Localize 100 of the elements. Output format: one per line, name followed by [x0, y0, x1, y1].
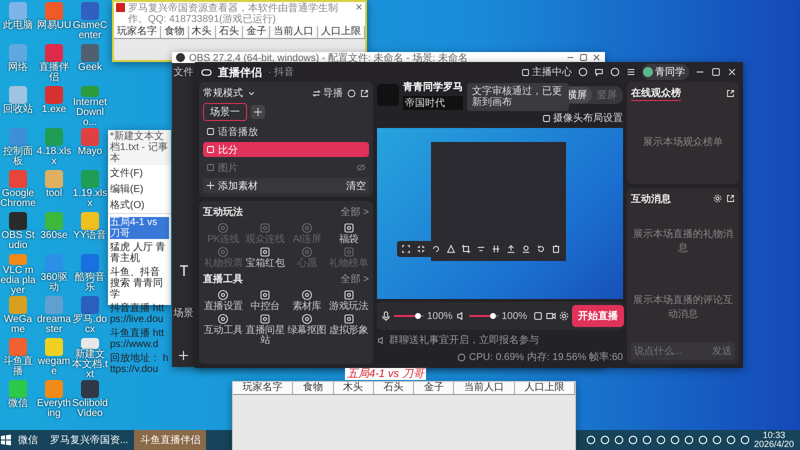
see-all-link[interactable]: 全部 >	[340, 205, 369, 219]
desktop-icon-label[interactable]: Solibold Video	[72, 399, 108, 419]
app-icon[interactable]	[9, 212, 27, 230]
column-header[interactable]: 木头	[188, 26, 216, 38]
desktop-icon-label[interactable]: 1.19.xlsx	[72, 189, 108, 209]
desktop-icon-label[interactable]: 斗鱼直播	[0, 357, 36, 377]
crop-icon[interactable]	[460, 244, 471, 254]
desktop-icon-label[interactable]: 网易UU	[36, 21, 72, 31]
tool-button[interactable]: 直播间星站	[244, 313, 286, 346]
video-icon[interactable]	[546, 311, 556, 321]
flip-icon[interactable]	[446, 244, 456, 254]
mode-dropdown[interactable]: 常规模式	[203, 86, 243, 100]
desktop-icon-label[interactable]: VLC media player	[0, 266, 36, 296]
menu-icon[interactable]	[626, 67, 636, 77]
column-header[interactable]: 木头	[334, 382, 374, 394]
source-item[interactable]: 比分	[203, 142, 369, 157]
column-header[interactable]: 食物	[161, 26, 189, 38]
comment-field[interactable]: 说点什么... 发送	[631, 342, 735, 360]
close-icon[interactable]	[355, 3, 363, 11]
director-button[interactable]: 导播	[312, 86, 343, 100]
add-icon[interactable]	[206, 181, 215, 190]
popout-icon[interactable]	[726, 89, 735, 98]
column-header[interactable]: 当前人口	[454, 382, 515, 394]
taskbar-item[interactable]: 斗鱼直播伴侣	[134, 430, 206, 450]
desktop-icon-label[interactable]: Everything	[36, 399, 72, 419]
slider-thumb[interactable]	[415, 313, 421, 319]
clear-button[interactable]: 清空	[346, 178, 366, 192]
menu-item[interactable]: 文件(F)	[110, 166, 143, 180]
tool-button[interactable]: 宝箱红包	[244, 246, 286, 269]
desktop-icon-label[interactable]: 回收站	[0, 105, 36, 115]
menu-item[interactable]: 编辑(E)	[110, 182, 144, 196]
column-header[interactable]: 玩家名字	[114, 26, 162, 38]
taskbar-item[interactable]: 罗马复兴帝国资...	[44, 430, 134, 450]
desktop-icon-label[interactable]: 360驱动	[36, 273, 72, 293]
app-icon[interactable]	[81, 380, 99, 398]
column-header[interactable]: 当前人口	[270, 26, 318, 38]
column-header[interactable]: 人口上限	[318, 26, 365, 38]
tool-button[interactable]: 直播设置	[203, 289, 244, 312]
anchor-center-button[interactable]: 主播中心	[521, 65, 572, 79]
eye-slash-icon[interactable]	[356, 163, 366, 172]
tool-button[interactable]: 福袋	[328, 222, 369, 245]
settings-icon[interactable]	[713, 194, 722, 204]
popout-icon[interactable]	[360, 88, 369, 98]
column-header[interactable]: 人口上限	[514, 382, 575, 394]
tool-button[interactable]: 游戏玩法	[328, 289, 369, 312]
orientation-option[interactable]: 竖屏	[592, 87, 622, 103]
desktop-icon-label[interactable]: 网络	[0, 63, 36, 73]
clock-date[interactable]: 2026/4/20	[754, 440, 794, 449]
desktop-icon-label[interactable]: 控制面板	[0, 147, 36, 167]
desktop-icon-label[interactable]: 酷狗音乐	[72, 273, 108, 293]
clock-time[interactable]: 10:33	[762, 431, 786, 440]
desktop-icon-label[interactable]: wegame	[36, 357, 72, 377]
column-header[interactable]: 食物	[293, 382, 334, 394]
source-item[interactable]: 图片	[203, 160, 369, 175]
desktop-icon-label[interactable]: 直播伴侣	[36, 63, 72, 83]
column-header[interactable]: 石头	[374, 382, 414, 394]
tool-button[interactable]: 虚拟形象	[328, 313, 369, 346]
column-header[interactable]: 金子	[414, 382, 454, 394]
desktop-icon-label[interactable]: Geek	[72, 63, 108, 73]
desktop-icon-label[interactable]: 此电脑	[0, 21, 36, 31]
desktop-icon-label[interactable]: Google Chrome	[0, 189, 36, 209]
taskbar-item[interactable]: 微信	[12, 430, 44, 450]
fill-icon[interactable]	[416, 244, 426, 254]
tool-button[interactable]: 绿幕抠图	[286, 313, 328, 346]
send-button[interactable]: 发送	[712, 344, 732, 358]
add-icon[interactable]	[178, 350, 189, 361]
popout-icon[interactable]	[726, 194, 735, 204]
delete-icon[interactable]	[550, 244, 561, 254]
add-source-label[interactable]: 添加素材	[218, 178, 258, 192]
desktop-icon-label[interactable]: 1.exe	[36, 105, 72, 115]
desktop-icon-label[interactable]: YY语音	[72, 231, 108, 241]
anchor-icon[interactable]	[520, 244, 531, 254]
desktop-icon-label[interactable]: 罗马.docx	[72, 315, 108, 335]
user-chip[interactable]: 青同学	[642, 64, 689, 80]
settings-icon[interactable]	[559, 311, 570, 321]
desktop-icon-label[interactable]: OBS Studio	[0, 231, 36, 251]
maximize-icon[interactable]	[579, 53, 588, 62]
tool-button[interactable]: 中控台	[244, 289, 286, 312]
start-live-button[interactable]: 开始直播	[572, 305, 624, 327]
desktop-icon-label[interactable]: Mayo	[72, 147, 108, 157]
add-scene-icon[interactable]	[251, 105, 265, 119]
move-up-icon[interactable]	[506, 244, 516, 254]
source-item[interactable]: 语音播放	[203, 124, 369, 139]
close-icon[interactable]	[592, 53, 601, 62]
tool-button[interactable]: 互动工具	[203, 313, 244, 346]
column-header[interactable]: 金子	[243, 26, 270, 38]
undo-icon[interactable]	[536, 244, 546, 254]
camera-layout-button[interactable]: 摄像头布局设置	[542, 111, 623, 125]
center-icon[interactable]	[490, 244, 501, 254]
desktop-icon-label[interactable]: dreamaster	[36, 315, 72, 335]
column-header[interactable]: 玩家名字	[233, 382, 294, 394]
desktop-icon-label[interactable]: tool	[36, 189, 72, 199]
desktop-icon-label[interactable]: Internet Downlo...	[72, 98, 108, 128]
fit-icon[interactable]	[400, 244, 411, 254]
tool-button[interactable]: 素材库	[286, 289, 328, 312]
desktop-icon-label[interactable]: 4.18.xlsx	[36, 147, 72, 167]
menu-item[interactable]: 文件	[174, 65, 194, 79]
rotate-icon[interactable]	[430, 244, 441, 254]
column-header[interactable]: 石头	[216, 26, 244, 38]
desktop-icon-label[interactable]: WeGame	[0, 315, 36, 335]
